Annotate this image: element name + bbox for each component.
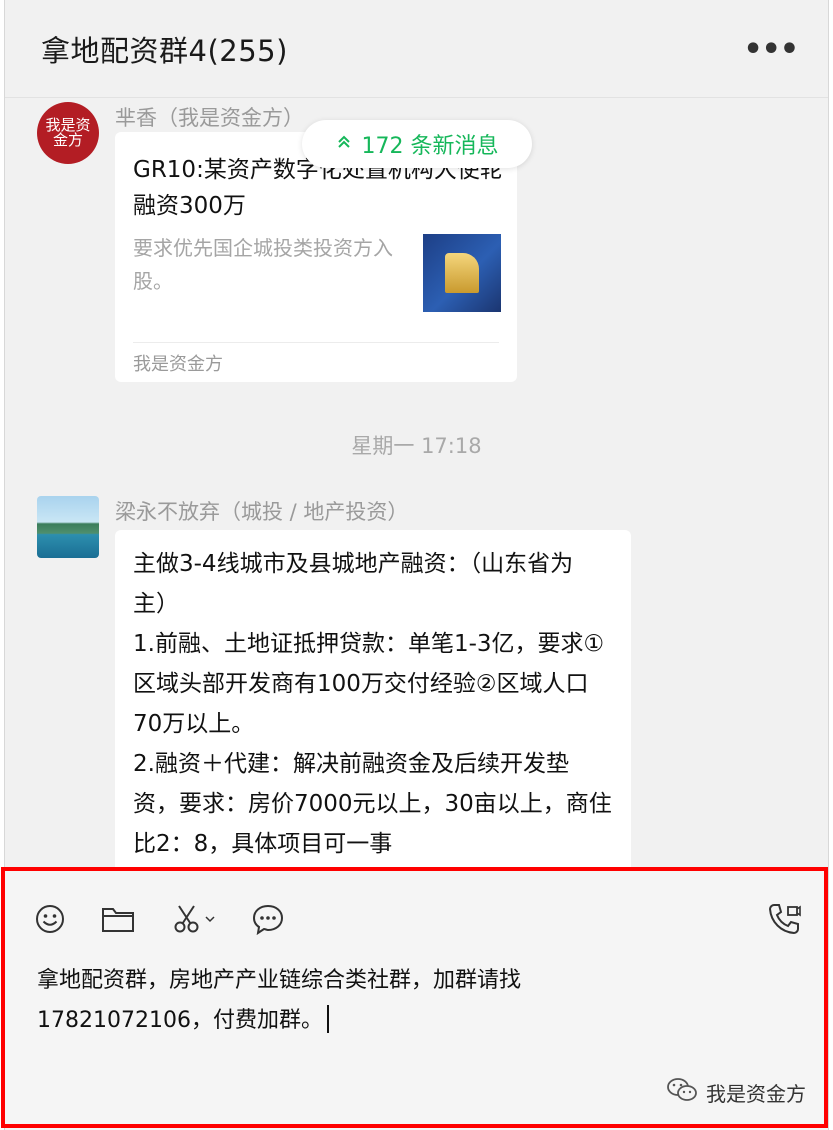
article-card[interactable]: GR10:某资产数字化处置机构大使轮融资300万 要求优先国企城投类投资方入股。… bbox=[115, 132, 517, 382]
text-caret bbox=[326, 1005, 329, 1033]
folder-icon[interactable] bbox=[101, 902, 135, 936]
message-input[interactable]: 拿地配资群，房地产产业链综合类社群，加群请找17821072106，付费加群。 bbox=[37, 961, 677, 1041]
card-divider bbox=[133, 342, 499, 343]
card-source: 我是资金方 bbox=[133, 354, 223, 375]
avatar[interactable] bbox=[37, 496, 99, 558]
wechat-icon bbox=[666, 1077, 698, 1108]
scissors-icon[interactable] bbox=[169, 902, 217, 936]
watermark-label: 我是资金方 bbox=[706, 1082, 806, 1106]
call-icon[interactable] bbox=[766, 901, 802, 937]
chat-window: 拿地配资群4(255) ••• 172 条新消息 我是资金方 芈香（我是资金方）… bbox=[4, 0, 829, 1130]
input-panel: 拿地配资群，房地产产业链综合类社群，加群请找17821072106，付费加群。 … bbox=[5, 868, 828, 1130]
message-list[interactable]: 172 条新消息 我是资金方 芈香（我是资金方） GR10:某资产数字化处置机构… bbox=[5, 98, 828, 868]
message-bubble[interactable]: 主做3-4线城市及县城地产融资：（山东省为主） 1.前融、土地证抵押贷款：单笔1… bbox=[115, 530, 631, 868]
emoji-icon[interactable] bbox=[33, 902, 67, 936]
chat-title: 拿地配资群4(255) bbox=[41, 34, 288, 68]
more-options-icon[interactable]: ••• bbox=[743, 32, 799, 67]
sender-name: 芈香（我是资金方） bbox=[115, 106, 304, 130]
message-input-text: 拿地配资群，房地产产业链综合类社群，加群请找17821072106，付费加群。 bbox=[37, 968, 522, 1033]
card-thumbnail bbox=[423, 234, 501, 312]
chat-history-icon[interactable] bbox=[251, 902, 285, 936]
card-description: 要求优先国企城投类投资方入股。 bbox=[133, 236, 393, 293]
timestamp: 星期一 17:18 bbox=[351, 434, 482, 458]
chevron-down-icon bbox=[205, 916, 215, 923]
new-messages-button[interactable]: 172 条新消息 bbox=[302, 120, 532, 168]
double-up-arrow-icon bbox=[336, 134, 352, 154]
message-item: 梁永不放弃（城投 / 地产投资） 主做3-4线城市及县城地产融资：（山东省为主）… bbox=[37, 496, 657, 868]
sender-name: 梁永不放弃（城投 / 地产投资） bbox=[115, 500, 409, 524]
watermark: 我是资金方 bbox=[666, 1077, 806, 1108]
input-toolbar bbox=[33, 899, 285, 939]
avatar[interactable]: 我是资金方 bbox=[37, 102, 99, 164]
new-messages-label: 172 条新消息 bbox=[361, 134, 499, 159]
chat-header: 拿地配资群4(255) ••• bbox=[5, 0, 828, 98]
